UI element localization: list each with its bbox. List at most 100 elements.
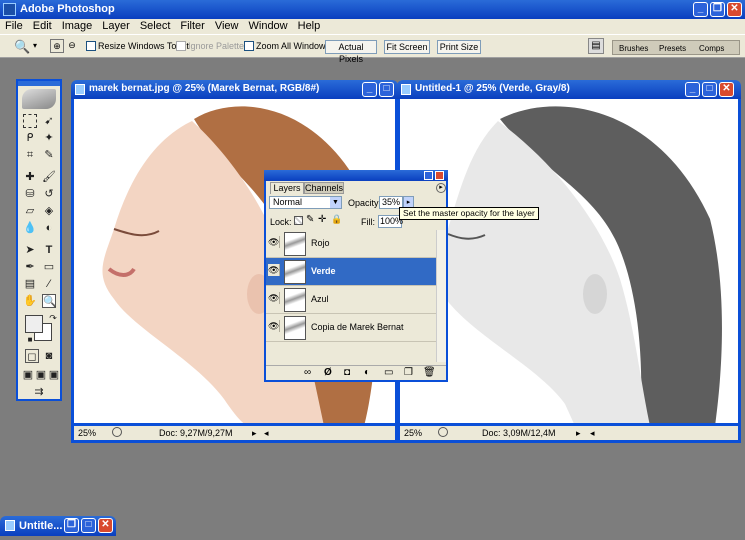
zoom-tool-icon[interactable]: 🔍: [42, 294, 57, 308]
eyedropper-icon[interactable]: ⁄: [42, 277, 56, 291]
file-browser-icon[interactable]: ▤: [588, 38, 604, 54]
type-tool-icon[interactable]: T: [42, 243, 56, 257]
quick-mask-icon[interactable]: ◙: [42, 349, 56, 363]
minimized-maximize-button[interactable]: □: [81, 518, 96, 533]
palette-tab-brushes[interactable]: Brushes: [619, 44, 648, 53]
app-minimize-button[interactable]: _: [693, 2, 708, 17]
actual-pixels-button[interactable]: Actual Pixels: [325, 40, 377, 64]
palette-menu-icon[interactable]: ▸: [436, 183, 446, 193]
palette-tab-presets[interactable]: Presets: [659, 44, 686, 53]
menu-help[interactable]: Help: [293, 19, 326, 34]
standard-mode-icon[interactable]: ◻: [25, 349, 39, 363]
zoom-tool-icon[interactable]: 🔍: [14, 39, 30, 55]
marquee-tool-icon[interactable]: [23, 114, 37, 128]
menu-layer[interactable]: Layer: [97, 19, 135, 34]
document-1-info-arrow-icon[interactable]: ▸: [252, 426, 257, 440]
history-brush-icon[interactable]: ↺: [42, 187, 56, 201]
lock-position-icon[interactable]: ✛: [318, 214, 326, 225]
blur-tool-icon[interactable]: 💧: [23, 221, 37, 235]
link-layers-icon[interactable]: ∞: [304, 367, 311, 378]
layers-scrollbar[interactable]: [436, 230, 446, 362]
document-1-titlebar[interactable]: marek bernat.jpg @ 25% (Marek Bernat, RG…: [71, 80, 398, 99]
resize-windows-checkbox[interactable]: [86, 41, 96, 51]
eye-icon[interactable]: 👁: [268, 320, 280, 332]
slice-tool-icon[interactable]: ✎: [42, 148, 56, 162]
menu-select[interactable]: Select: [135, 19, 176, 34]
layer-row-azul[interactable]: 👁 Azul: [266, 286, 436, 314]
clone-stamp-icon[interactable]: ⛁: [23, 187, 37, 201]
crop-tool-icon[interactable]: ⌗: [23, 148, 37, 162]
document-1-scroll-left-icon[interactable]: ◂: [264, 426, 269, 440]
document-1-zoom[interactable]: 25%: [78, 426, 96, 440]
feather-logo-icon[interactable]: [22, 89, 56, 109]
fit-screen-button[interactable]: Fit Screen: [384, 40, 430, 54]
document-2-titlebar[interactable]: Untitled-1 @ 25% (Verde, Gray/8) _ □ ✕: [397, 80, 741, 99]
zoom-out-icon[interactable]: ⊖: [65, 39, 79, 53]
screen-mode-standard-icon[interactable]: ▣: [21, 368, 35, 382]
blend-mode-select[interactable]: Normal ▼: [269, 196, 342, 209]
document-2-zoom[interactable]: 25%: [404, 426, 422, 440]
screen-mode-full-menu-icon[interactable]: ▣: [34, 368, 48, 382]
menu-view[interactable]: View: [210, 19, 244, 34]
layers-close-button[interactable]: [435, 171, 444, 180]
layer-row-rojo[interactable]: 👁 Rojo: [266, 230, 436, 258]
lock-image-icon[interactable]: ✎: [306, 214, 314, 225]
eye-icon[interactable]: 👁: [268, 264, 280, 276]
menu-filter[interactable]: Filter: [175, 19, 209, 34]
default-colors-icon[interactable]: ■: [23, 333, 37, 347]
brush-tool-icon[interactable]: 🖌: [42, 170, 56, 184]
zoom-in-icon[interactable]: ⊕: [50, 39, 64, 53]
app-close-button[interactable]: ✕: [727, 2, 742, 17]
healing-brush-icon[interactable]: ✚: [23, 170, 37, 184]
layers-tab[interactable]: Layers: [270, 182, 304, 194]
zoom-all-windows-checkbox[interactable]: [244, 41, 254, 51]
lasso-tool-icon[interactable]: ᑭ: [23, 131, 37, 145]
channels-tab[interactable]: Channels: [304, 182, 344, 194]
toolbox-titlebar[interactable]: [18, 81, 60, 86]
app-restore-button[interactable]: ❐: [710, 2, 725, 17]
minimized-close-button[interactable]: ✕: [98, 518, 113, 533]
palette-tab-comps[interactable]: Comps: [699, 44, 724, 53]
print-size-button[interactable]: Print Size: [437, 40, 481, 54]
layer-row-verde[interactable]: 👁 Verde: [266, 258, 436, 286]
trash-icon[interactable]: 🗑: [423, 367, 436, 378]
document-1-minimize-button[interactable]: _: [362, 82, 377, 97]
document-1-maximize-button[interactable]: □: [379, 82, 394, 97]
eye-icon[interactable]: 👁: [268, 236, 280, 248]
menu-image[interactable]: Image: [57, 19, 98, 34]
screen-mode-full-icon[interactable]: ▣: [47, 368, 61, 382]
swap-colors-icon[interactable]: ↷: [46, 311, 60, 325]
menu-window[interactable]: Window: [244, 19, 293, 34]
shape-tool-icon[interactable]: ▭: [42, 260, 56, 274]
foreground-color-swatch[interactable]: [25, 315, 43, 333]
new-group-icon[interactable]: ▭: [384, 367, 393, 378]
document-2-scroll-left-icon[interactable]: ◂: [590, 426, 595, 440]
minimized-restore-button[interactable]: ❐: [64, 518, 79, 533]
path-selection-icon[interactable]: ➤: [23, 243, 37, 257]
lock-transparency-icon[interactable]: [294, 216, 303, 225]
paint-bucket-icon[interactable]: ◈: [42, 204, 56, 218]
jump-to-imageready-icon[interactable]: ⇉: [29, 385, 49, 399]
layer-style-icon[interactable]: Ø: [324, 367, 332, 378]
adjustment-layer-icon[interactable]: ◐: [364, 367, 370, 378]
dodge-tool-icon[interactable]: ◐: [42, 221, 56, 235]
eraser-tool-icon[interactable]: ▱: [23, 204, 37, 218]
document-2-minimize-button[interactable]: _: [685, 82, 700, 97]
notes-tool-icon[interactable]: ▤: [23, 277, 37, 291]
layers-minimize-button[interactable]: [424, 171, 433, 180]
layer-mask-icon[interactable]: ◘: [344, 367, 350, 378]
hand-tool-icon[interactable]: ✋: [23, 294, 37, 308]
menu-file[interactable]: File: [0, 19, 28, 34]
tool-preset-dropdown[interactable]: ▾: [33, 41, 37, 50]
layer-row-copia[interactable]: 👁 Copia de Marek Bernat: [266, 314, 436, 342]
minimized-document-window[interactable]: Untitle... ❐ □ ✕: [0, 516, 116, 536]
move-tool-icon[interactable]: ➹: [42, 114, 56, 128]
pen-tool-icon[interactable]: ✒: [23, 260, 37, 274]
layers-palette-titlebar[interactable]: [264, 170, 448, 181]
document-2-maximize-button[interactable]: □: [702, 82, 717, 97]
eye-icon[interactable]: 👁: [268, 292, 280, 304]
document-2-canvas[interactable]: [397, 99, 741, 426]
document-2-close-button[interactable]: ✕: [719, 82, 734, 97]
magic-wand-icon[interactable]: ✦: [42, 131, 56, 145]
document-2-info-arrow-icon[interactable]: ▸: [576, 426, 581, 440]
